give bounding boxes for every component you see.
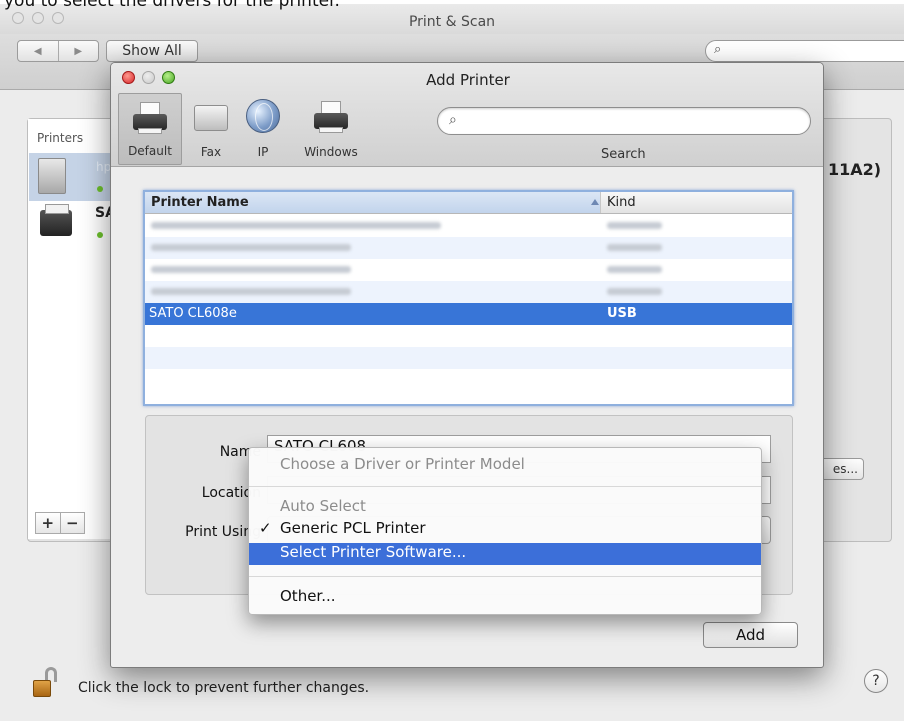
table-row[interactable] — [145, 259, 792, 281]
printer-1-label: hp — [96, 160, 112, 174]
status-online-dot-icon — [97, 232, 103, 238]
search-icon: ⌕ — [714, 42, 722, 57]
table-row — [145, 325, 792, 347]
print-scan-title: Print & Scan — [408, 14, 496, 30]
menu-header-choose-driver: Choose a Driver or Printer Model — [280, 455, 525, 473]
column-printer-name[interactable]: Printer Name — [145, 192, 601, 213]
laser-printer-icon — [38, 158, 66, 194]
table-row — [145, 347, 792, 369]
location-label: Location — [201, 485, 261, 501]
globe-icon — [246, 99, 280, 133]
back-forward-control[interactable]: ◀ ▶ — [17, 40, 99, 62]
printer-icon — [133, 102, 167, 134]
search-label: Search — [601, 147, 646, 162]
add-remove-printer-control[interactable]: + − — [35, 512, 85, 534]
table-row[interactable] — [145, 281, 792, 303]
toolbar-fax[interactable]: Fax — [189, 93, 233, 165]
toolbar-default-label: Default — [128, 144, 172, 158]
checkmark-icon: ✓ — [259, 519, 272, 537]
toolbar-fax-label: Fax — [200, 145, 222, 159]
toolbar-default[interactable]: Default — [118, 93, 182, 165]
print-using-label: Print Using — [185, 524, 261, 540]
toolbar-ip-label: IP — [257, 145, 269, 159]
toolbar-ip[interactable]: IP — [241, 93, 285, 165]
dialog-title: Add Printer — [426, 71, 510, 89]
selected-printer-kind: USB — [607, 306, 637, 321]
remove-printer-button[interactable]: − — [59, 513, 85, 533]
screen: Print & Scan you to select the drivers f… — [0, 0, 904, 721]
toolbar-windows[interactable]: Windows — [291, 93, 371, 165]
printers-list-header: Printers — [37, 131, 84, 145]
menu-item-generic-pcl[interactable]: ✓ Generic PCL Printer — [249, 519, 761, 541]
lock-message: Click the lock to prevent further change… — [78, 680, 370, 696]
add-printer-button[interactable]: + — [36, 513, 60, 533]
table-row-selected[interactable]: SATO CL608e USB — [145, 303, 792, 325]
back-arrow-icon[interactable]: ◀ — [18, 41, 58, 61]
table-header: Printer Name Kind — [145, 192, 792, 214]
name-label: Name — [219, 444, 261, 460]
forward-arrow-icon[interactable]: ▶ — [57, 41, 99, 61]
status-online-dot-icon — [97, 186, 103, 192]
help-button[interactable]: ? — [864, 669, 888, 693]
sort-ascending-icon — [591, 199, 599, 205]
printer-table[interactable]: Printer Name Kind SATO CL608e USB — [143, 190, 794, 406]
column-kind[interactable]: Kind — [607, 192, 636, 213]
selected-printer-name: SATO CL608e — [149, 306, 237, 321]
menu-separator — [249, 486, 761, 487]
printer-detail-title: 11A2) — [828, 160, 882, 179]
printer-icon — [40, 204, 72, 236]
table-row[interactable] — [145, 237, 792, 259]
menu-item-generic-pcl-label: Generic PCL Printer — [280, 519, 426, 537]
show-all-button[interactable]: Show All — [106, 40, 198, 62]
printer-search-input[interactable]: ⌕ — [437, 107, 811, 135]
menu-item-other[interactable]: Other... — [249, 587, 761, 609]
driver-popup-menu[interactable]: Choose a Driver or Printer Model Auto Se… — [248, 447, 762, 615]
table-row[interactable] — [145, 215, 792, 237]
lock-icon[interactable] — [33, 667, 57, 698]
printer-icon — [314, 101, 348, 133]
preferences-search-field[interactable]: ⌕ — [705, 40, 904, 62]
table-row — [145, 369, 792, 391]
toolbar-windows-label: Windows — [304, 145, 358, 159]
instruction-text: you to select the drivers for the printe… — [4, 0, 340, 11]
search-icon: ⌕ — [449, 112, 457, 128]
fax-icon — [194, 105, 228, 131]
menu-item-auto-select[interactable]: Auto Select — [249, 497, 761, 519]
menu-item-select-printer-software[interactable]: Select Printer Software... — [249, 543, 761, 565]
menu-separator — [249, 576, 761, 577]
add-button[interactable]: Add — [703, 622, 798, 648]
options-supplies-button[interactable]: es... — [820, 458, 864, 480]
